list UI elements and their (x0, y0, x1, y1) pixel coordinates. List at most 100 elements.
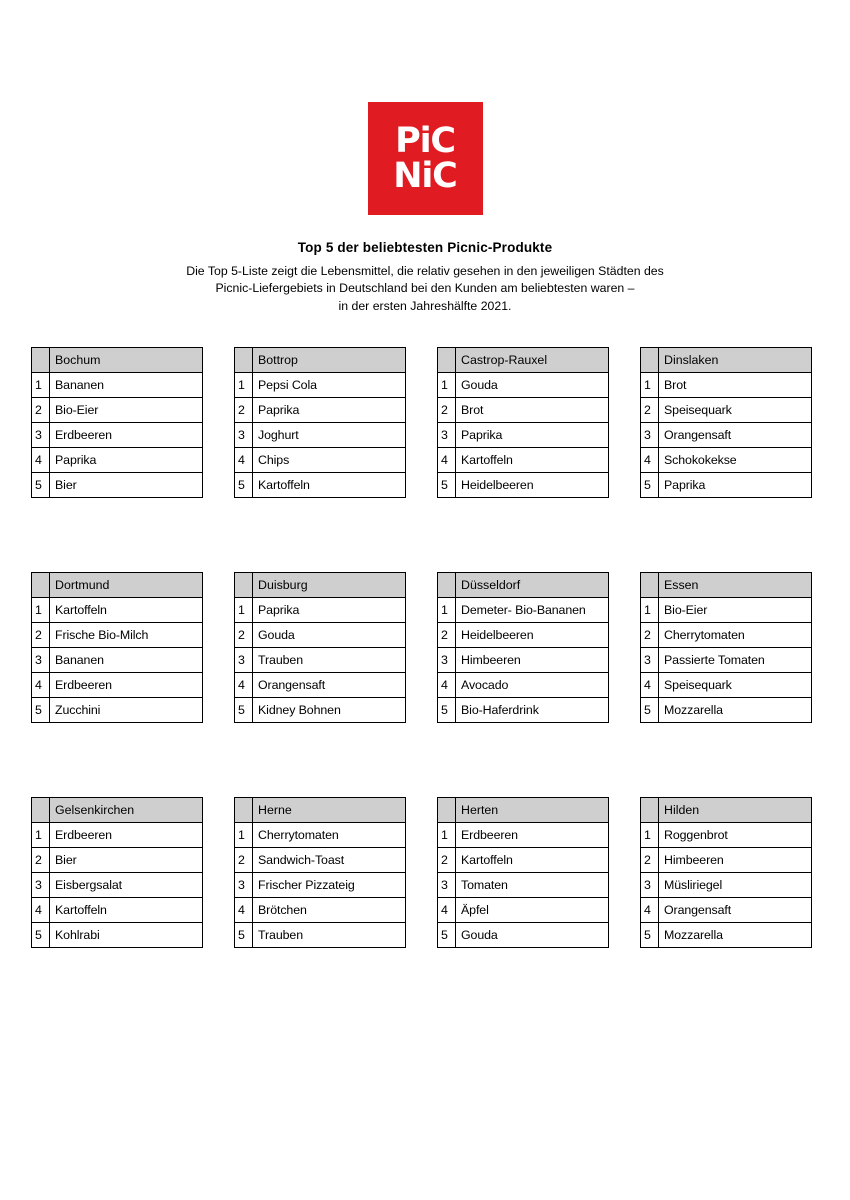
city-name-header: Düsseldorf (455, 572, 609, 598)
rank-cell: 5 (31, 697, 50, 723)
table-row: 3 Joghurt (234, 422, 406, 448)
rank-cell: 4 (234, 897, 253, 923)
header-block: Top 5 der beliebtesten Picnic-Produkte D… (0, 240, 850, 315)
rank-column-header (31, 347, 50, 373)
rank-cell: 1 (640, 372, 659, 398)
rank-cell: 4 (437, 897, 456, 923)
table-row: 5 Kartoffeln (234, 472, 406, 498)
table-header-row: Essen (640, 572, 812, 598)
product-name-cell: Himbeeren (455, 647, 609, 673)
rank-cell: 2 (234, 847, 253, 873)
product-name-cell: Eisbergsalat (49, 872, 203, 898)
table-row: 3 Paprika (437, 422, 609, 448)
rank-cell: 4 (234, 447, 253, 473)
rank-cell: 2 (31, 847, 50, 873)
rank-cell: 1 (31, 372, 50, 398)
product-name-cell: Kohlrabi (49, 922, 203, 948)
product-name-cell: Bananen (49, 647, 203, 673)
table-row: 1 Roggenbrot (640, 822, 812, 848)
rank-cell: 5 (437, 922, 456, 948)
table-row: 3 Tomaten (437, 872, 609, 898)
product-name-cell: Paprika (658, 472, 812, 498)
table-row: 4 Kartoffeln (31, 897, 203, 923)
rank-cell: 3 (234, 647, 253, 673)
picnic-logo: PiC NiC (0, 102, 850, 215)
table-header-row: Bottrop (234, 347, 406, 373)
rank-column-header (437, 572, 456, 598)
picnic-logo-square: PiC NiC (367, 102, 483, 215)
table-row: 1 Brot (640, 372, 812, 398)
table-row: 1 Bio-Eier (640, 597, 812, 623)
table-row: 5 Bio-Haferdrink (437, 697, 609, 723)
rank-cell: 1 (234, 597, 253, 623)
product-name-cell: Paprika (455, 422, 609, 448)
rank-cell: 2 (437, 397, 456, 423)
city-name-header: Bochum (49, 347, 203, 373)
rank-cell: 3 (234, 422, 253, 448)
rank-cell: 1 (437, 372, 456, 398)
city-name-header: Castrop-Rauxel (455, 347, 609, 373)
rank-cell: 3 (31, 647, 50, 673)
city-table: Herne 1 Cherrytomaten 2 Sandwich-Toast 3 Frisc… (234, 797, 406, 948)
picnic-logo-line-1: PiC (395, 121, 456, 162)
table-row: 5 Kidney Bohnen (234, 697, 406, 723)
city-table: Hilden 1 Roggenbrot 2 Himbeeren 3 Müsliriegel 4… (640, 797, 812, 948)
table-row: 5 Paprika (640, 472, 812, 498)
product-name-cell: Mozzarella (658, 922, 812, 948)
rank-cell: 2 (31, 622, 50, 648)
table-row: 4 Erdbeeren (31, 672, 203, 698)
rank-cell: 4 (234, 672, 253, 698)
product-name-cell: Paprika (49, 447, 203, 473)
table-row: 5 Trauben (234, 922, 406, 948)
table-row: 1 Erdbeeren (437, 822, 609, 848)
table-row: 5 Mozzarella (640, 922, 812, 948)
table-row: 2 Paprika (234, 397, 406, 423)
rank-cell: 1 (31, 597, 50, 623)
rank-column-header (640, 797, 659, 823)
table-row: 4 Chips (234, 447, 406, 473)
rank-cell: 5 (31, 472, 50, 498)
product-name-cell: Trauben (252, 922, 406, 948)
rank-column-header (640, 572, 659, 598)
rank-column-header (234, 347, 253, 373)
product-name-cell: Erdbeeren (49, 822, 203, 848)
product-name-cell: Brot (658, 372, 812, 398)
table-row: 4 Paprika (31, 447, 203, 473)
table-row: 5 Bier (31, 472, 203, 498)
city-name-header: Dortmund (49, 572, 203, 598)
product-name-cell: Müsliriegel (658, 872, 812, 898)
city-table: Düsseldorf 1 Demeter- Bio-Bananen 2 Heidelbe… (437, 572, 609, 723)
rank-cell: 2 (640, 397, 659, 423)
rank-cell: 4 (437, 447, 456, 473)
table-row: 3 Himbeeren (437, 647, 609, 673)
rank-column-header (437, 347, 456, 373)
product-name-cell: Erdbeeren (49, 422, 203, 448)
product-name-cell: Gouda (252, 622, 406, 648)
product-name-cell: Orangensaft (658, 422, 812, 448)
rank-cell: 5 (31, 922, 50, 948)
table-row: 5 Gouda (437, 922, 609, 948)
product-name-cell: Brot (455, 397, 609, 423)
product-name-cell: Schokokekse (658, 447, 812, 473)
table-row: 3 Bananen (31, 647, 203, 673)
table-row: 5 Zucchini (31, 697, 203, 723)
product-name-cell: Chips (252, 447, 406, 473)
rank-cell: 1 (640, 822, 659, 848)
product-name-cell: Trauben (252, 647, 406, 673)
product-name-cell: Gouda (455, 922, 609, 948)
table-header-row: Gelsenkirchen (31, 797, 203, 823)
rank-cell: 3 (437, 647, 456, 673)
rank-cell: 5 (437, 472, 456, 498)
product-name-cell: Cherrytomaten (252, 822, 406, 848)
rank-cell: 2 (640, 622, 659, 648)
product-name-cell: Frischer Pizzateig (252, 872, 406, 898)
table-row: 1 Erdbeeren (31, 822, 203, 848)
table-row: 4 Orangensaft (234, 672, 406, 698)
rank-cell: 5 (234, 922, 253, 948)
product-name-cell: Bier (49, 847, 203, 873)
product-name-cell: Brötchen (252, 897, 406, 923)
rank-cell: 5 (234, 472, 253, 498)
rank-cell: 1 (234, 822, 253, 848)
rank-cell: 3 (640, 647, 659, 673)
table-row: 2 Kartoffeln (437, 847, 609, 873)
